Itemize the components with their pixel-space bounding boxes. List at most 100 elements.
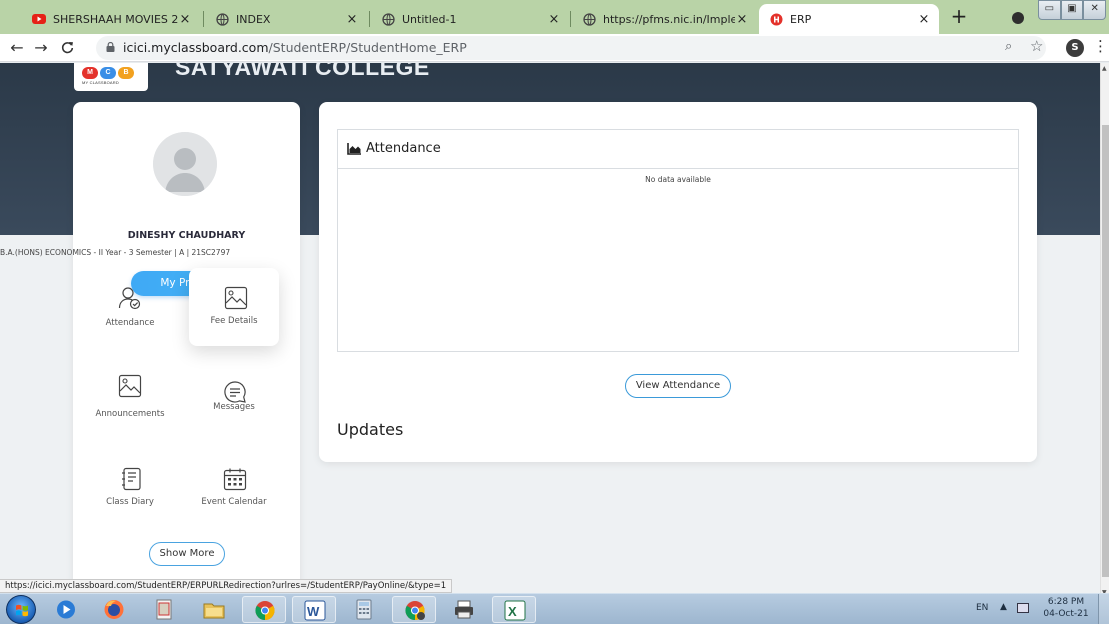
- user-check-icon: [118, 287, 141, 310]
- show-more-button[interactable]: Show More: [149, 542, 225, 566]
- taskbar-chrome-profile[interactable]: [392, 596, 436, 623]
- extension-icon[interactable]: [1012, 12, 1024, 24]
- word-icon: W: [304, 600, 326, 621]
- reload-icon[interactable]: [56, 37, 78, 59]
- tab-erp[interactable]: ERP ×: [759, 4, 939, 34]
- tile-label: Attendance: [105, 318, 155, 328]
- tile-event-calendar[interactable]: Event Calendar: [189, 457, 279, 535]
- taskbar-calculator[interactable]: [342, 596, 386, 623]
- browser-toolbar: ← → icici.myclassboard.com/StudentERP/St…: [0, 34, 1109, 62]
- url-host: icici.myclassboard.com: [123, 40, 269, 55]
- taskbar-printer[interactable]: [442, 596, 486, 623]
- tile-class-diary[interactable]: Class Diary: [85, 457, 175, 535]
- clock-date[interactable]: 04-Oct-21: [1041, 609, 1091, 619]
- tile-fee-details[interactable]: Fee Details: [189, 268, 279, 346]
- globe-icon: [381, 12, 395, 26]
- network-icon[interactable]: [1017, 603, 1029, 613]
- tab-title: Untitled-1: [402, 12, 457, 26]
- logo-letters: M C B: [82, 67, 134, 79]
- tile-messages[interactable]: Messages: [189, 362, 279, 440]
- tab-shershaah-movies[interactable]: SHERSHAAH MOVIES 2021 all ×: [22, 4, 200, 34]
- view-attendance-button[interactable]: View Attendance: [625, 374, 731, 398]
- file-explorer-icon: [203, 603, 225, 619]
- windows-logo-icon: [16, 604, 28, 617]
- taskbar-chrome[interactable]: [242, 596, 286, 623]
- chat-icon: [224, 381, 246, 403]
- tab-title: https://pfms.nic.in/Implementi: [603, 12, 735, 26]
- zoom-icon[interactable]: ⌕: [1005, 39, 1012, 54]
- erp-icon: [769, 12, 783, 26]
- browser-tab-strip: SHERSHAAH MOVIES 2021 all × INDEX × Unti…: [0, 0, 1109, 34]
- tile-label: Announcements: [95, 409, 165, 419]
- myclassboard-logo: M C B MY CLASSBOARD: [74, 63, 148, 91]
- new-tab-button[interactable]: +: [948, 6, 970, 28]
- chrome-icon: [255, 601, 275, 620]
- url-path: /StudentERP/StudentHome_ERP: [268, 40, 467, 55]
- language-indicator[interactable]: EN: [976, 603, 988, 613]
- tab-close-icon[interactable]: ×: [735, 12, 749, 27]
- show-hidden-icons-icon[interactable]: ▲: [1000, 602, 1007, 612]
- taskbar-excel[interactable]: X: [492, 596, 536, 623]
- tab-title: SHERSHAAH MOVIES 2021 all: [53, 12, 178, 26]
- show-desktop-button[interactable]: [1098, 594, 1109, 624]
- tile-label: Messages: [213, 402, 255, 412]
- page-scrollbar[interactable]: ▲ ▼: [1100, 63, 1109, 601]
- minimize-button[interactable]: ▭: [1038, 0, 1061, 20]
- clock-time[interactable]: 6:28 PM: [1041, 597, 1091, 607]
- tile-label: Fee Details: [210, 316, 258, 326]
- calendar-icon: [223, 468, 247, 491]
- tab-separator: [203, 11, 204, 27]
- logo-letter-m: M: [82, 67, 98, 79]
- diary-icon: [122, 467, 141, 491]
- scrollbar-thumb[interactable]: [1102, 125, 1109, 577]
- tab-close-icon[interactable]: ×: [547, 12, 561, 27]
- tile-announcements[interactable]: Announcements: [85, 362, 175, 440]
- url-text: icici.myclassboard.com/StudentERP/Studen…: [123, 40, 467, 55]
- dashboard-main-card: Attendance No data available View Attend…: [319, 102, 1037, 462]
- erp-shortcut-icon: [156, 599, 172, 620]
- page-viewport: M C B MY CLASSBOARD SATYAWATI COLLEGE DI…: [0, 63, 1100, 601]
- taskbar-firefox[interactable]: [92, 596, 136, 623]
- browser-menu-icon[interactable]: ⋮: [1093, 37, 1108, 55]
- avatar: [153, 132, 217, 196]
- updates-heading: Updates: [337, 420, 404, 439]
- tab-separator: [570, 11, 571, 27]
- user-silhouette-icon: [153, 132, 217, 196]
- tab-title: ERP: [790, 12, 812, 26]
- logo-letter-b: B: [118, 67, 134, 79]
- calculator-icon: [356, 599, 372, 620]
- address-bar[interactable]: icici.myclassboard.com/StudentERP/Studen…: [96, 36, 1046, 60]
- back-arrow-icon[interactable]: ←: [6, 37, 28, 59]
- svg-text:X: X: [508, 604, 517, 619]
- forward-arrow-icon[interactable]: →: [30, 37, 52, 59]
- excel-icon: X: [504, 600, 526, 621]
- tab-close-icon[interactable]: ×: [345, 12, 359, 27]
- start-button[interactable]: [6, 595, 36, 624]
- tile-attendance[interactable]: Attendance: [85, 272, 175, 350]
- youtube-icon: [32, 12, 46, 26]
- taskbar-file-explorer[interactable]: [192, 596, 236, 623]
- student-profile-card: DINESHY CHAUDHARY B.A.(HONS) ECONOMICS -…: [0, 102, 300, 601]
- tab-close-icon[interactable]: ×: [178, 12, 192, 27]
- firefox-icon: [104, 600, 124, 619]
- image-icon: [224, 286, 248, 310]
- tab-pfms[interactable]: https://pfms.nic.in/Implementi ×: [572, 4, 757, 34]
- profile-avatar[interactable]: S: [1066, 39, 1084, 57]
- taskbar-word[interactable]: W: [292, 596, 336, 623]
- close-window-button[interactable]: ✕: [1083, 0, 1107, 20]
- status-bar-url: https://icici.myclassboard.com/StudentER…: [0, 579, 453, 593]
- maximize-button[interactable]: ▣: [1060, 0, 1084, 20]
- tab-close-icon[interactable]: ×: [917, 12, 931, 27]
- media-player-icon: [57, 600, 75, 619]
- window-controls: ▭ ▣ ✕: [1038, 0, 1107, 20]
- tab-title: INDEX: [236, 12, 271, 26]
- tab-index[interactable]: INDEX ×: [205, 4, 367, 34]
- student-course-details: B.A.(HONS) ECONOMICS - II Year - 3 Semes…: [0, 248, 231, 257]
- scroll-up-arrow-icon[interactable]: ▲: [1102, 65, 1107, 72]
- bookmark-star-icon[interactable]: ☆: [1030, 37, 1043, 55]
- attendance-title: Attendance: [366, 141, 441, 156]
- taskbar-erp-shortcut[interactable]: [142, 596, 186, 623]
- chrome-profile-icon: [405, 601, 425, 620]
- tab-untitled[interactable]: Untitled-1 ×: [371, 4, 569, 34]
- taskbar-media-player[interactable]: [44, 596, 88, 623]
